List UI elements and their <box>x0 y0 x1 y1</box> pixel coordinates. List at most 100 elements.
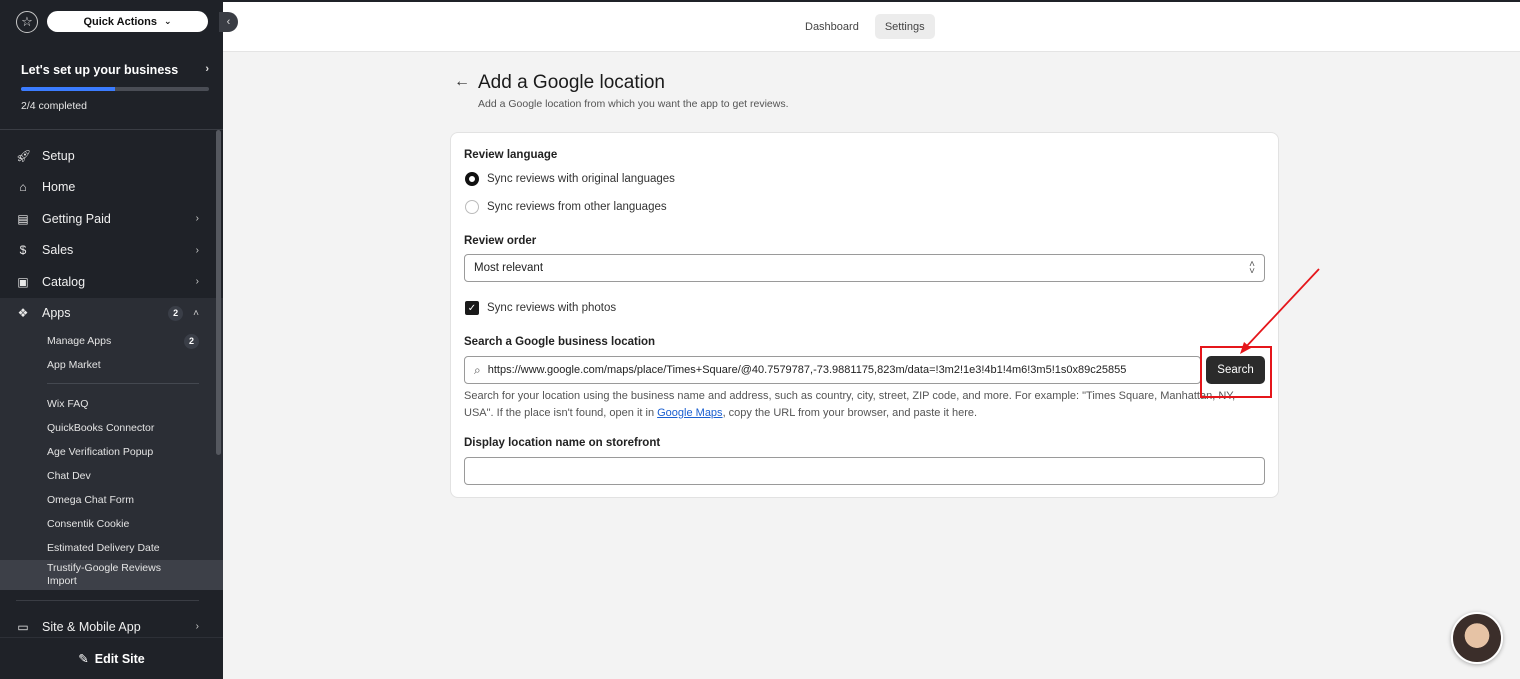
subitem-label: Trustify-Google Reviews Import <box>47 562 199 588</box>
review-order-value: Most relevant <box>474 262 544 274</box>
sidebar-subitem-app[interactable]: Chat Dev <box>0 464 223 488</box>
box-icon: ▣ <box>17 274 29 289</box>
sidebar-item-getting-paid[interactable]: ▤ Getting Paid › <box>0 203 223 235</box>
sidebar-subitem-app[interactable]: Age Verification Popup <box>0 440 223 464</box>
annotation-arrow-icon <box>1240 268 1320 354</box>
sidebar-item-label: Setup <box>42 148 75 163</box>
radio-label: Sync reviews with original languages <box>487 173 675 185</box>
lang-option-original[interactable]: Sync reviews with original languages <box>465 172 675 186</box>
back-arrow-icon[interactable]: ← <box>454 73 470 91</box>
display-name-label: Display location name on storefront <box>464 437 661 449</box>
sidebar-item-apps[interactable]: ❖ Apps 2 ˄ <box>0 297 223 329</box>
sidebar-item-sales[interactable]: $ Sales › <box>0 235 223 267</box>
display-name-input[interactable] <box>464 457 1265 485</box>
location-search-input[interactable]: ⌕ https://www.google.com/maps/place/Time… <box>464 356 1201 384</box>
setup-progress-card[interactable]: Let's set up your business › 2/4 complet… <box>0 43 223 129</box>
chevron-up-icon: ˄ <box>193 307 199 319</box>
subitem-label: QuickBooks Connector <box>47 422 155 434</box>
sidebar-nav: 🚀︎ Setup ⌂ Home ▤ Getting Paid › $ Sales… <box>0 130 223 643</box>
chevron-right-icon: › <box>195 276 199 288</box>
checkbox-checked[interactable]: ✓ <box>465 301 479 315</box>
checkbox-label: Sync reviews with photos <box>487 302 617 314</box>
review-order-label: Review order <box>464 235 537 247</box>
review-language-label: Review language <box>464 149 558 161</box>
sidebar-item-label: Site & Mobile App <box>42 619 141 634</box>
subitem-label: Chat Dev <box>47 470 91 482</box>
sidebar-scrollbar[interactable] <box>216 130 221 455</box>
devices-icon: ▭ <box>17 619 29 634</box>
star-icon[interactable]: ☆ <box>16 10 38 33</box>
avatar[interactable] <box>1451 612 1503 664</box>
home-icon: ⌂ <box>19 180 27 195</box>
subitem-label: App Market <box>47 359 101 371</box>
subitem-label: Estimated Delivery Date <box>47 542 160 554</box>
divider <box>47 383 199 384</box>
tab-dashboard[interactable]: Dashboard <box>795 14 869 39</box>
pencil-icon: ✎ <box>78 652 89 666</box>
rocket-icon: 🚀︎ <box>16 148 32 163</box>
edit-site-label: Edit Site <box>94 651 145 666</box>
chevron-right-icon: › <box>195 213 199 225</box>
quick-actions-button[interactable]: Quick Actions ⌄ <box>47 11 208 32</box>
sidebar-subitem-app[interactable]: Estimated Delivery Date <box>0 536 223 560</box>
sidebar-subitem-app[interactable]: Wix FAQ <box>0 392 223 416</box>
subitem-label-line2: Import <box>47 575 77 587</box>
manage-apps-badge: 2 <box>184 333 199 349</box>
chevron-right-icon: › <box>205 63 209 75</box>
sidebar-subitem-app[interactable]: Omega Chat Form <box>0 488 223 512</box>
sidebar: ☆ Quick Actions ⌄ Let's set up your busi… <box>0 0 223 679</box>
apps-icon: ❖ <box>17 306 29 321</box>
sidebar-item-label: Catalog <box>42 274 86 289</box>
sidebar-subitem-app[interactable]: Consentik Cookie <box>0 512 223 536</box>
search-icon: ⌕ <box>474 362 481 377</box>
subitem-label: Omega Chat Form <box>47 494 134 506</box>
apps-submenu: Manage Apps 2 App Market Wix FAQ QuickBo… <box>0 329 223 590</box>
sidebar-item-label: Sales <box>42 243 74 258</box>
subitem-label: Consentik Cookie <box>47 518 130 530</box>
setup-progress-bar <box>21 87 209 91</box>
subitem-label: Manage Apps <box>47 335 112 347</box>
sync-photos-checkbox-row[interactable]: ✓ Sync reviews with photos <box>465 301 616 315</box>
sidebar-item-label: Getting Paid <box>42 211 111 226</box>
settings-card: Review language Sync reviews with origin… <box>450 132 1279 498</box>
search-input-value: https://www.google.com/maps/place/Times+… <box>487 364 1127 376</box>
sidebar-subitem-manage-apps[interactable]: Manage Apps 2 <box>0 329 223 353</box>
search-location-label: Search a Google business location <box>464 336 656 348</box>
sidebar-subitem-app-market[interactable]: App Market <box>0 353 223 377</box>
sidebar-item-home[interactable]: ⌂ Home <box>0 172 223 204</box>
top-bar: Dashboard Settings <box>223 0 1520 52</box>
sidebar-item-label: Home <box>42 180 76 195</box>
invoice-icon: ▤ <box>17 211 29 226</box>
sidebar-top: ☆ Quick Actions ⌄ <box>0 0 223 43</box>
edit-site-button[interactable]: ✎ Edit Site <box>0 637 223 679</box>
radio-unchecked[interactable] <box>465 200 479 214</box>
page-title: Add a Google location <box>478 72 665 93</box>
tab-settings[interactable]: Settings <box>874 14 935 39</box>
sidebar-subitem-app[interactable]: QuickBooks Connector <box>0 416 223 440</box>
search-helper-text: Search for your location using the busin… <box>464 388 1264 422</box>
sidebar-item-label: Apps <box>42 306 71 321</box>
dollar-icon: $ <box>19 243 27 258</box>
page-subtitle: Add a Google location from which you wan… <box>478 98 789 110</box>
collapse-sidebar-button[interactable]: ‹ <box>219 12 238 32</box>
subitem-label: Wix FAQ <box>47 398 89 410</box>
setup-title: Let's set up your business <box>21 63 179 77</box>
setup-progress-text: 2/4 completed <box>21 100 87 112</box>
chevron-down-icon: ⌄ <box>164 16 172 26</box>
sidebar-item-setup[interactable]: 🚀︎ Setup <box>0 140 223 172</box>
divider <box>16 600 199 601</box>
apps-badge: 2 <box>168 305 184 321</box>
quick-actions-label: Quick Actions <box>83 15 157 28</box>
lang-option-other[interactable]: Sync reviews from other languages <box>465 200 667 214</box>
google-maps-link[interactable]: Google Maps <box>657 407 722 419</box>
helper-text-2: , copy the URL from your browser, and pa… <box>722 407 978 419</box>
chevron-right-icon: › <box>195 244 199 256</box>
sidebar-item-catalog[interactable]: ▣ Catalog › <box>0 266 223 298</box>
sidebar-subitem-trustify[interactable]: Trustify-Google Reviews Import <box>0 560 223 590</box>
subitem-label: Age Verification Popup <box>47 446 154 458</box>
radio-checked[interactable] <box>465 172 479 186</box>
subitem-label-line1: Trustify-Google Reviews <box>47 562 161 574</box>
review-order-select[interactable]: Most relevant ˄ ˅ <box>464 254 1265 282</box>
radio-label: Sync reviews from other languages <box>487 201 667 213</box>
chevron-left-icon: ‹ <box>226 16 231 28</box>
